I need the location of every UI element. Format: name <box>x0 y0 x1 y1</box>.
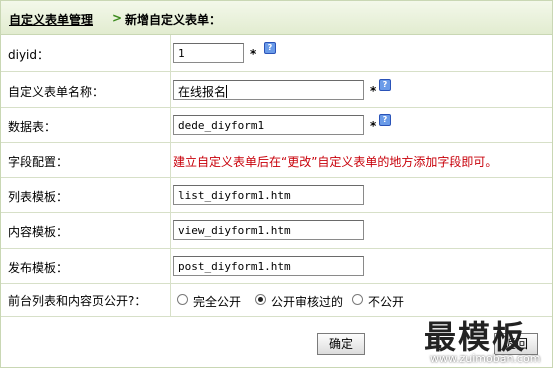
field-config-hint: 建立自定义表单后在“更改”自定义表单的地方添加字段即可。 <box>173 155 498 169</box>
radio-public-none[interactable] <box>352 294 363 305</box>
row-diyid: diyid： 1 * ? <box>1 35 552 72</box>
row-form-name: 自定义表单名称： 在线报名 * ? <box>1 72 552 108</box>
data-table-input[interactable]: dede_diyform1 <box>173 115 364 135</box>
breadcrumb-diyform-manage[interactable]: 自定义表单管理 <box>9 11 93 28</box>
data-table-required-mark: * <box>370 119 377 133</box>
help-icon[interactable]: ? <box>264 42 276 54</box>
radio-public-approved-label[interactable]: 公开审核过的 <box>271 293 343 310</box>
list-template-label: 列表模板： <box>8 190 69 204</box>
page-header: 自定义表单管理 > 新增自定义表单： <box>1 1 552 35</box>
help-icon[interactable]: ? <box>379 79 391 91</box>
post-template-label: 发布模板： <box>8 261 69 275</box>
list-template-input[interactable]: list_diyform1.htm <box>173 185 364 205</box>
field-config-label: 字段配置： <box>8 155 69 169</box>
diyid-required-mark: * <box>250 47 257 61</box>
watermark-url: www.zuimoban.com <box>430 352 541 365</box>
form-name-input[interactable]: 在线报名 <box>173 80 364 100</box>
content-template-label: 内容模板： <box>8 225 69 239</box>
radio-public-none-label[interactable]: 不公开 <box>368 293 404 310</box>
data-table-label: 数据表： <box>8 120 57 134</box>
form-name-label: 自定义表单名称： <box>8 85 105 99</box>
breadcrumb-separator: > <box>112 11 123 25</box>
diyid-input[interactable]: 1 <box>173 43 244 63</box>
row-data-table: 数据表： dede_diyform1 * ? <box>1 108 552 143</box>
radio-public-all-label[interactable]: 完全公开 <box>193 293 241 310</box>
diyid-label: diyid： <box>8 48 50 62</box>
help-icon[interactable]: ? <box>379 114 391 126</box>
row-list-template: 列表模板： list_diyform1.htm <box>1 178 552 213</box>
row-content-template: 内容模板： view_diyform1.htm <box>1 213 552 249</box>
radio-public-all[interactable] <box>177 294 188 305</box>
confirm-button[interactable]: 确定 <box>317 333 365 355</box>
public-setting-label: 前台列表和内容页公开?： <box>8 294 147 308</box>
content-template-input[interactable]: view_diyform1.htm <box>173 220 364 240</box>
row-post-template: 发布模板： post_diyform1.htm <box>1 249 552 284</box>
radio-public-approved[interactable] <box>255 294 266 305</box>
form-name-required-mark: * <box>370 84 377 98</box>
row-field-config: 字段配置： 建立自定义表单后在“更改”自定义表单的地方添加字段即可。 <box>1 143 552 178</box>
post-template-input[interactable]: post_diyform1.htm <box>173 256 364 276</box>
page-title: 新增自定义表单： <box>125 13 222 27</box>
text-caret <box>226 85 228 98</box>
watermark: 最模板 www.zuimoban.com <box>422 312 552 368</box>
